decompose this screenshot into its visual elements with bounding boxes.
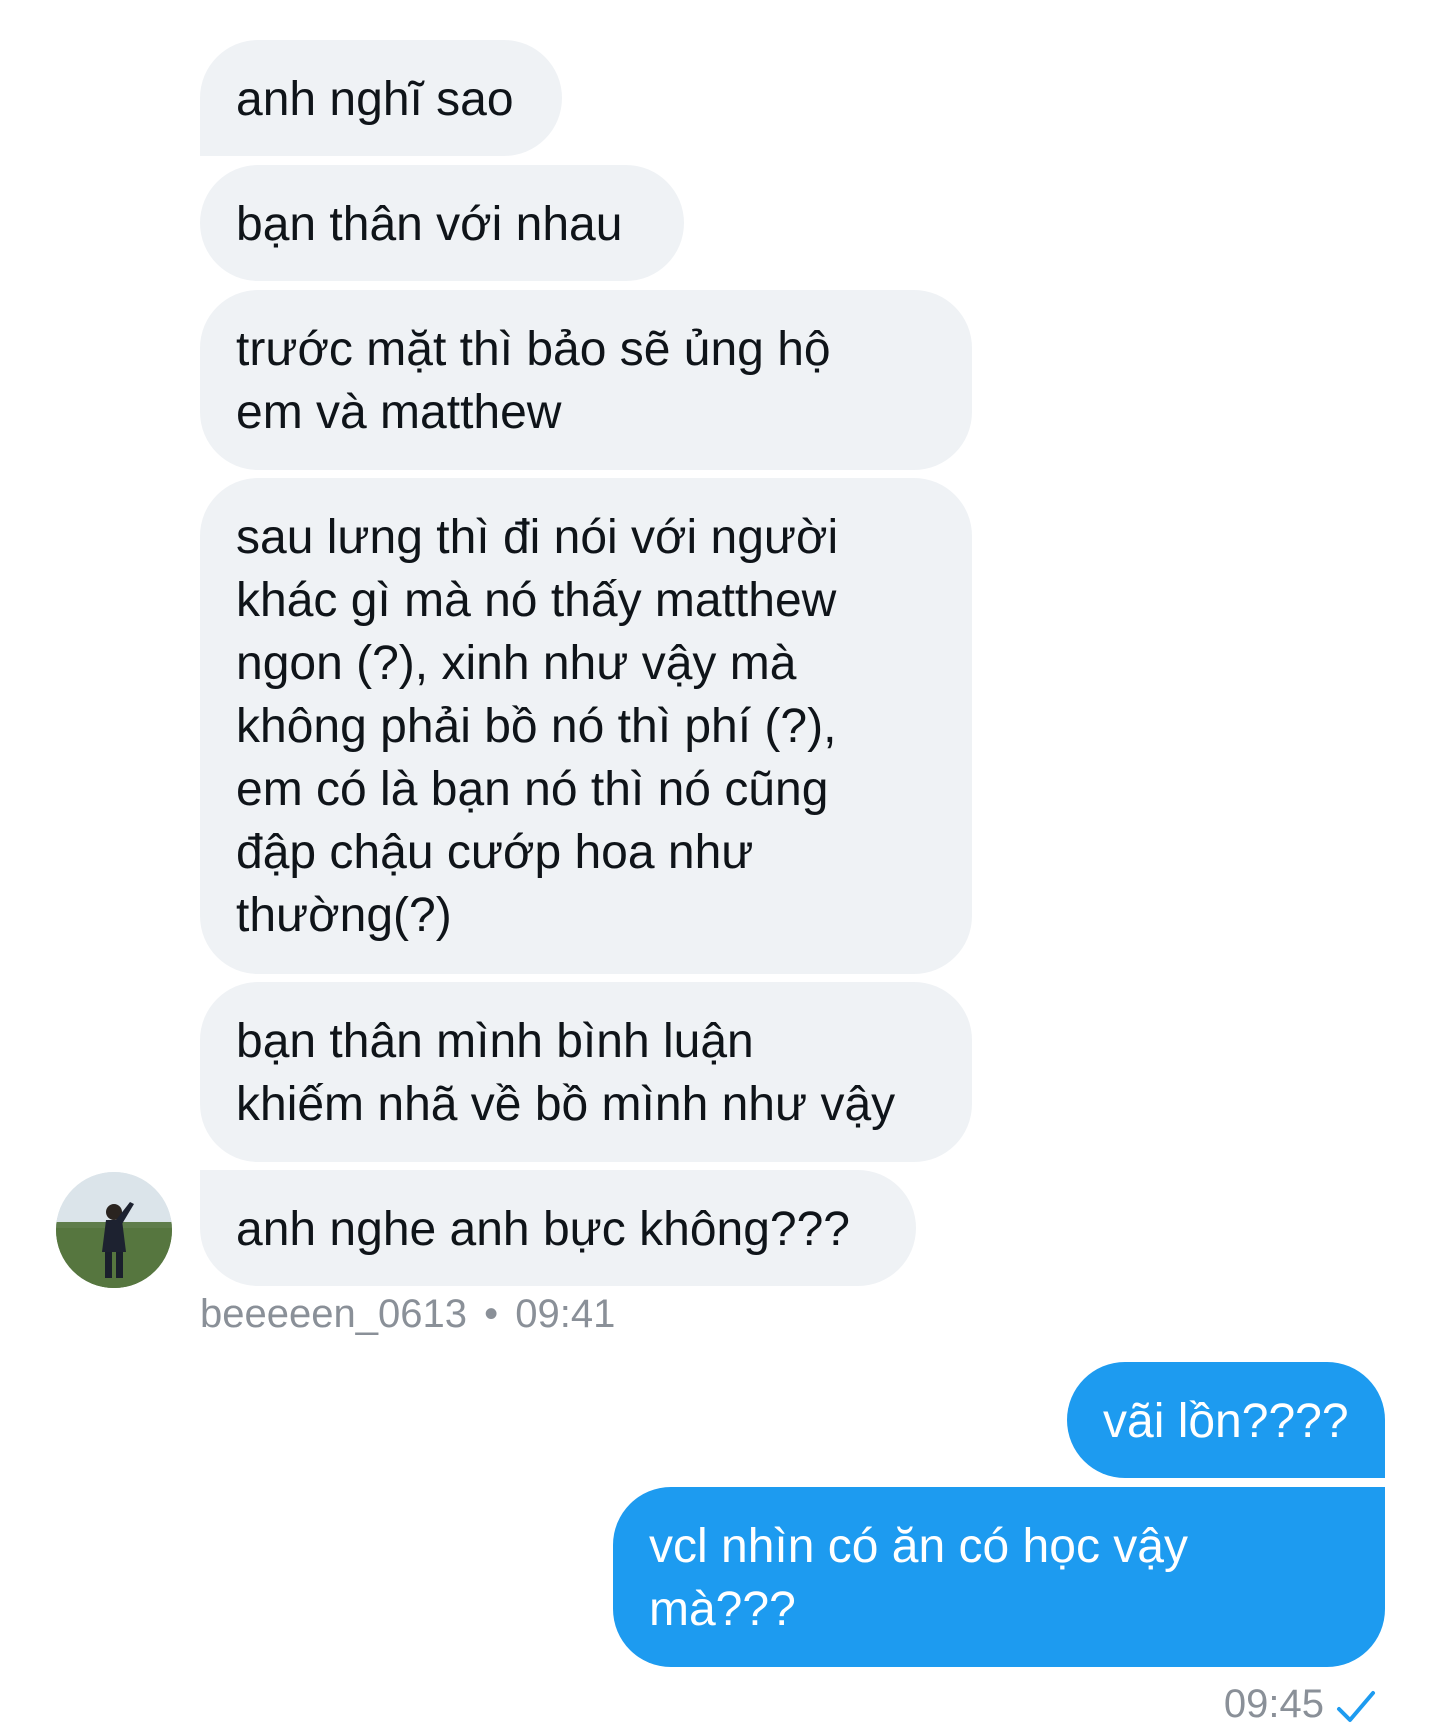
sent-message[interactable]: vcl nhìn có ăn có học vậy mà??? (613, 1487, 1385, 1667)
person-photo-icon (56, 1172, 172, 1288)
sent-time: 09:45 (1223, 1682, 1324, 1726)
read-check-icon (1337, 1691, 1375, 1722)
received-message[interactable]: trước mặt thì bảo sẽ ủng hộ em và matthe… (200, 290, 972, 470)
received-message[interactable]: sau lưng thì đi nói với người khác gì mà… (200, 478, 972, 974)
received-message[interactable]: bạn thân với nhau (200, 165, 684, 281)
sender-avatar[interactable] (56, 1172, 172, 1288)
received-time: 09:41 (515, 1292, 616, 1336)
meta-separator: • (484, 1292, 499, 1336)
sender-username[interactable]: beeeeen_0613 (200, 1292, 467, 1336)
sent-message[interactable]: vãi lồn???? (1067, 1362, 1385, 1478)
received-message[interactable]: anh nghe anh bực không??? (200, 1170, 916, 1286)
received-message[interactable]: anh nghĩ sao (200, 40, 562, 156)
received-message-meta: beeeeen_0613 • 09:41 (200, 1292, 615, 1336)
received-message[interactable]: bạn thân mình bình luận khiếm nhã về bồ … (200, 982, 972, 1162)
